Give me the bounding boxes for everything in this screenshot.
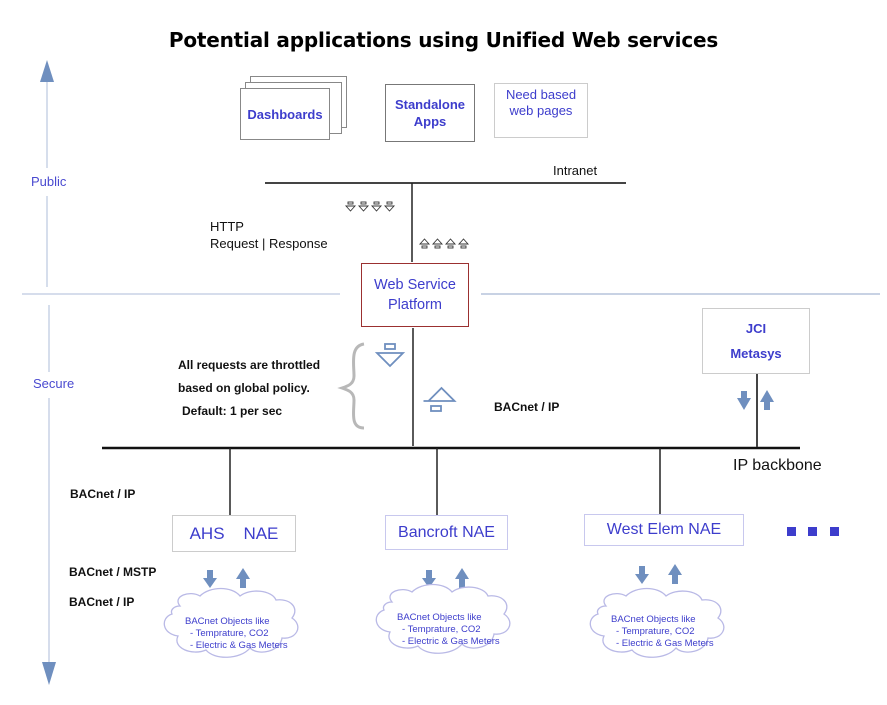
metasys-down-arrow-icon — [737, 391, 751, 410]
westelem-up-arrow-icon — [668, 564, 682, 584]
small-down-arrow-icon — [370, 201, 383, 212]
small-down-arrow-icon — [344, 201, 357, 212]
throttle-line3: Default: 1 per sec — [182, 404, 283, 418]
bacnet-mstp-label: BACnet / MSTP — [69, 565, 157, 579]
cloud-text-bancroft: BACnet Objects like - Temprature, CO2 - … — [397, 612, 500, 648]
bancroft-up-arrow-icon — [455, 568, 469, 588]
zone-label-public: Public — [31, 174, 67, 189]
small-down-arrow-icon — [383, 201, 396, 212]
dashboards-label: Dashboards — [247, 106, 323, 122]
nae-label: West Elem NAE — [606, 521, 722, 538]
http-request-arrows — [344, 201, 396, 212]
cloud-line2: - Temprature, CO2 — [402, 624, 481, 635]
small-up-arrow-icon — [457, 238, 470, 249]
small-down-arrow-icon — [357, 201, 370, 212]
http-label-line2: Request | Response — [210, 236, 328, 251]
web-pages-line1: Need based — [505, 87, 577, 102]
metasys-up-arrow-icon — [760, 390, 774, 410]
http-response-arrows — [418, 238, 470, 249]
http-label: HTTP Request | Response — [210, 218, 328, 252]
http-label-line1: HTTP — [210, 219, 244, 234]
cloud-line1: BACnet Objects like — [611, 614, 696, 625]
nae-label: Bancroft NAE — [398, 523, 495, 541]
web-pages-box[interactable]: Need based web pages — [494, 83, 588, 138]
cloud-line2: - Temprature, CO2 — [616, 626, 695, 637]
ip-backbone-label: IP backbone — [733, 457, 822, 474]
nae-label: AHS NAE — [189, 523, 279, 543]
bacnet-ip-lower-label: BACnet / IP — [69, 595, 135, 609]
cloud-line1: BACnet Objects like — [185, 616, 270, 627]
cloud-line1: BACnet Objects like — [397, 612, 482, 623]
zone-arrow-down-icon — [42, 662, 56, 685]
nae-box-westelem[interactable]: West Elem NAE — [584, 514, 744, 546]
cloud-text-ahs: BACnet Objects like - Temprature, CO2 - … — [185, 616, 288, 652]
jci-metasys-box[interactable]: JCI Metasys — [702, 308, 810, 374]
web-service-platform-box[interactable]: Web Service Platform — [361, 263, 469, 327]
cloud-line3: - Electric & Gas Meters — [616, 638, 714, 649]
standalone-apps-line2: Apps — [413, 114, 447, 129]
cloud-line2: - Temprature, CO2 — [190, 628, 269, 639]
westelem-down-arrow-icon — [635, 566, 649, 584]
throttle-line2: based on global policy. — [178, 381, 310, 395]
throttle-down-arrow-icon — [374, 343, 406, 368]
throttle-note: All requests are throttled based on glob… — [178, 354, 320, 423]
cloud-line3: - Electric & Gas Meters — [190, 640, 288, 651]
platform-line1: Web Service — [374, 277, 456, 293]
cloud-line3: - Electric & Gas Meters — [402, 636, 500, 647]
intranet-label: Intranet — [553, 163, 598, 178]
platform-line2: Platform — [388, 297, 442, 313]
small-up-arrow-icon — [444, 238, 457, 249]
bacnet-ip-center-label: BACnet / IP — [494, 400, 560, 414]
dashboards-box[interactable]: Dashboards — [240, 88, 330, 140]
throttle-line1: All requests are throttled — [178, 358, 321, 372]
nae-box-bancroft[interactable]: Bancroft NAE — [385, 515, 508, 550]
throttle-up-arrow-icon — [423, 386, 457, 412]
ahs-down-arrow-icon — [203, 570, 217, 588]
more-nodes-ellipsis-icon — [787, 527, 839, 536]
ahs-up-arrow-icon — [236, 568, 250, 588]
brace-icon — [337, 342, 365, 430]
zone-arrow-up-icon — [40, 60, 54, 82]
metasys-line2: Metasys — [730, 346, 782, 361]
standalone-apps-line1: Standalone — [394, 97, 466, 112]
zone-label-secure: Secure — [33, 376, 75, 391]
nae-box-ahs[interactable]: AHS NAE — [172, 515, 296, 552]
cloud-text-westelem: BACnet Objects like - Temprature, CO2 - … — [611, 614, 714, 650]
metasys-line1: JCI — [745, 321, 767, 336]
small-up-arrow-icon — [431, 238, 444, 249]
small-up-arrow-icon — [418, 238, 431, 249]
web-pages-line2: web pages — [509, 103, 573, 118]
standalone-apps-box[interactable]: Standalone Apps — [385, 84, 475, 142]
bacnet-ip-left-label: BACnet / IP — [70, 487, 136, 501]
